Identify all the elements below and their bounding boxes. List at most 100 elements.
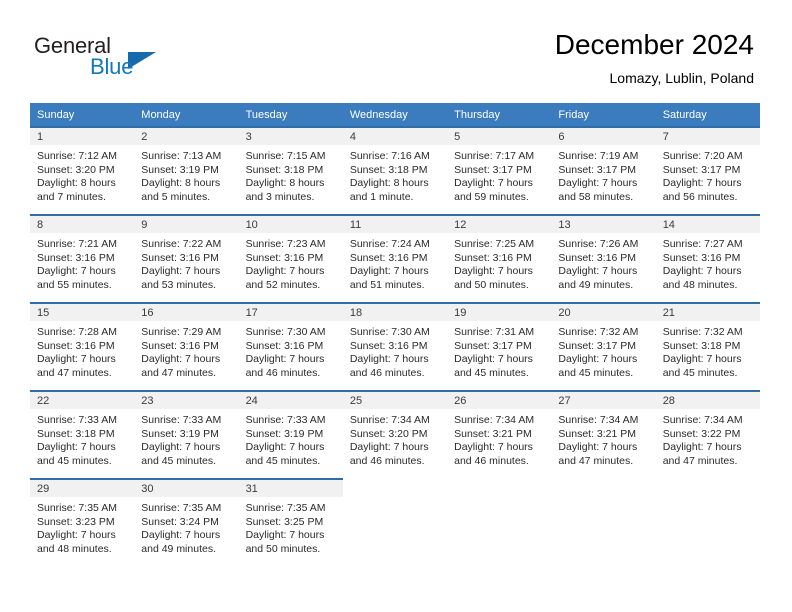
daylight-text-line2: and 55 minutes.	[37, 278, 112, 291]
calendar-cell[interactable]: 25 Sunrise: 7:34 AM Sunset: 3:20 PM Dayl…	[342, 390, 448, 478]
calendar-cell[interactable]: 16 Sunrise: 7:29 AM Sunset: 3:16 PM Dayl…	[134, 302, 239, 390]
calendar-cell[interactable]: 11 Sunrise: 7:24 AM Sunset: 3:16 PM Dayl…	[342, 214, 448, 302]
sunrise-text: Sunrise: 7:29 AM	[141, 326, 222, 338]
daylight-text-line2: and 47 minutes.	[662, 454, 738, 467]
calendar-cell[interactable]: 5 Sunrise: 7:17 AM Sunset: 3:17 PM Dayli…	[447, 126, 552, 214]
day-number: 16	[134, 304, 239, 321]
sunset-text: Sunset: 3:21 PM	[558, 427, 637, 440]
calendar-header-row: Sunday Monday Tuesday Wednesday Thursday…	[30, 103, 760, 126]
daylight-text-line2: and 46 minutes.	[349, 366, 425, 379]
day-number: 12	[447, 216, 552, 233]
weekday-header-wednesday: Wednesday	[342, 103, 448, 126]
sunrise-text: Sunrise: 7:21 AM	[37, 238, 117, 250]
daylight-text-line1: Daylight: 7 hours	[245, 529, 325, 542]
calendar-cell[interactable]: 4 Sunrise: 7:16 AM Sunset: 3:18 PM Dayli…	[342, 126, 448, 214]
calendar-cell[interactable]: 28 Sunrise: 7:34 AM Sunset: 3:22 PM Dayl…	[655, 390, 760, 478]
calendar-cell[interactable]: 12 Sunrise: 7:25 AM Sunset: 3:16 PM Dayl…	[447, 214, 552, 302]
daylight-text-line2: and 45 minutes.	[454, 366, 529, 379]
weekday-header-saturday: Saturday	[655, 103, 760, 126]
daylight-text-line1: Daylight: 7 hours	[37, 265, 116, 278]
calendar-cell[interactable]: 9 Sunrise: 7:22 AM Sunset: 3:16 PM Dayli…	[134, 214, 239, 302]
day-number: 25	[342, 392, 448, 409]
calendar-cell[interactable]: 24 Sunrise: 7:33 AM Sunset: 3:19 PM Dayl…	[238, 390, 343, 478]
daylight-text-line2: and 50 minutes.	[454, 278, 529, 291]
sunrise-text: Sunrise: 7:12 AM	[37, 150, 117, 162]
calendar-cell[interactable]: 23 Sunrise: 7:33 AM Sunset: 3:19 PM Dayl…	[134, 390, 239, 478]
sunset-text: Sunset: 3:16 PM	[454, 251, 532, 264]
calendar-cell[interactable]: 29 Sunrise: 7:35 AM Sunset: 3:23 PM Dayl…	[30, 478, 135, 566]
calendar-cell[interactable]: 3 Sunrise: 7:15 AM Sunset: 3:18 PM Dayli…	[238, 126, 343, 214]
calendar-cell[interactable]: 30 Sunrise: 7:35 AM Sunset: 3:24 PM Dayl…	[134, 478, 239, 566]
day-number: 14	[655, 216, 760, 233]
calendar-cell[interactable]: 26 Sunrise: 7:34 AM Sunset: 3:21 PM Dayl…	[447, 390, 552, 478]
page-title: December 2024	[554, 29, 754, 60]
calendar-cell[interactable]: 2 Sunrise: 7:13 AM Sunset: 3:19 PM Dayli…	[134, 126, 239, 214]
daylight-text-line1: Daylight: 7 hours	[141, 353, 221, 366]
daylight-text-line1: Daylight: 7 hours	[662, 265, 742, 278]
sunrise-text: Sunrise: 7:33 AM	[245, 414, 326, 426]
day-number: 15	[30, 304, 135, 321]
weekday-header-sunday: Sunday	[30, 103, 135, 126]
calendar-cell[interactable]: 13 Sunrise: 7:26 AM Sunset: 3:16 PM Dayl…	[551, 214, 656, 302]
daylight-text-line2: and 45 minutes.	[245, 454, 321, 467]
sunset-text: Sunset: 3:16 PM	[662, 251, 741, 264]
calendar-cell[interactable]: 10 Sunrise: 7:23 AM Sunset: 3:16 PM Dayl…	[238, 214, 343, 302]
sunrise-text: Sunrise: 7:19 AM	[558, 150, 639, 162]
calendar-cell[interactable]: 20 Sunrise: 7:32 AM Sunset: 3:17 PM Dayl…	[551, 302, 656, 390]
daylight-text-line1: Daylight: 7 hours	[141, 441, 221, 454]
sunrise-text: Sunrise: 7:28 AM	[37, 326, 117, 338]
calendar-cell[interactable]: 15 Sunrise: 7:28 AM Sunset: 3:16 PM Dayl…	[30, 302, 135, 390]
daylight-text-line1: Daylight: 8 hours	[245, 177, 325, 190]
calendar-week-row: 15 Sunrise: 7:28 AM Sunset: 3:16 PM Dayl…	[30, 302, 760, 390]
sunrise-text: Sunrise: 7:35 AM	[245, 502, 326, 514]
sunset-text: Sunset: 3:17 PM	[558, 339, 637, 352]
day-number: 7	[655, 128, 760, 145]
sunset-text: Sunset: 3:17 PM	[662, 163, 741, 176]
sunrise-text: Sunrise: 7:34 AM	[662, 414, 743, 426]
day-number: 6	[551, 128, 656, 145]
calendar-cell[interactable]: 6 Sunrise: 7:19 AM Sunset: 3:17 PM Dayli…	[551, 126, 656, 214]
calendar-cell[interactable]: 22 Sunrise: 7:33 AM Sunset: 3:18 PM Dayl…	[30, 390, 135, 478]
day-number: 5	[447, 128, 552, 145]
day-number: 8	[30, 216, 135, 233]
daylight-text-line1: Daylight: 7 hours	[37, 441, 116, 454]
sunset-text: Sunset: 3:17 PM	[454, 163, 532, 176]
day-number: 4	[342, 128, 448, 145]
sunset-text: Sunset: 3:16 PM	[37, 339, 115, 352]
calendar-cell[interactable]: 31 Sunrise: 7:35 AM Sunset: 3:25 PM Dayl…	[238, 478, 343, 566]
logo-text-blue: Blue	[90, 54, 134, 79]
daylight-text-line2: and 49 minutes.	[558, 278, 634, 291]
calendar-cell[interactable]: 19 Sunrise: 7:31 AM Sunset: 3:17 PM Dayl…	[447, 302, 552, 390]
sunrise-text: Sunrise: 7:31 AM	[454, 326, 535, 338]
daylight-text-line2: and 49 minutes.	[141, 542, 216, 555]
sunset-text: Sunset: 3:19 PM	[141, 427, 219, 440]
sunset-text: Sunset: 3:19 PM	[245, 427, 324, 440]
calendar-cell[interactable]: 8 Sunrise: 7:21 AM Sunset: 3:16 PM Dayli…	[30, 214, 135, 302]
sunrise-text: Sunrise: 7:34 AM	[454, 414, 535, 426]
sunrise-text: Sunrise: 7:15 AM	[245, 150, 326, 162]
sunrise-text: Sunrise: 7:30 AM	[245, 326, 326, 338]
calendar-cell[interactable]: 1 Sunrise: 7:12 AM Sunset: 3:20 PM Dayli…	[30, 126, 135, 214]
sunrise-text: Sunrise: 7:34 AM	[558, 414, 639, 426]
calendar-cell[interactable]: 7 Sunrise: 7:20 AM Sunset: 3:17 PM Dayli…	[655, 126, 760, 214]
calendar-cell[interactable]: 14 Sunrise: 7:27 AM Sunset: 3:16 PM Dayl…	[655, 214, 760, 302]
day-number: 22	[30, 392, 135, 409]
daylight-text-line1: Daylight: 7 hours	[454, 441, 533, 454]
daylight-text-line1: Daylight: 7 hours	[662, 441, 742, 454]
calendar-table: Sunday Monday Tuesday Wednesday Thursday…	[30, 103, 760, 566]
calendar-cell[interactable]: 21 Sunrise: 7:32 AM Sunset: 3:18 PM Dayl…	[655, 302, 760, 390]
calendar-cell[interactable]: 18 Sunrise: 7:30 AM Sunset: 3:16 PM Dayl…	[342, 302, 448, 390]
sunrise-text: Sunrise: 7:17 AM	[454, 150, 535, 162]
daylight-text-line2: and 53 minutes.	[141, 278, 216, 291]
day-number: 24	[238, 392, 343, 409]
daylight-text-line2: and 47 minutes.	[141, 366, 216, 379]
sunrise-text: Sunrise: 7:34 AM	[349, 414, 430, 426]
sunset-text: Sunset: 3:18 PM	[37, 427, 115, 440]
calendar-body: 1 Sunrise: 7:12 AM Sunset: 3:20 PM Dayli…	[30, 126, 760, 566]
calendar-cell[interactable]: 27 Sunrise: 7:34 AM Sunset: 3:21 PM Dayl…	[551, 390, 656, 478]
sunset-text: Sunset: 3:16 PM	[349, 339, 428, 352]
daylight-text-line1: Daylight: 7 hours	[37, 353, 116, 366]
sunset-text: Sunset: 3:18 PM	[349, 163, 428, 176]
daylight-text-line2: and 45 minutes.	[141, 454, 216, 467]
calendar-cell[interactable]: 17 Sunrise: 7:30 AM Sunset: 3:16 PM Dayl…	[238, 302, 343, 390]
